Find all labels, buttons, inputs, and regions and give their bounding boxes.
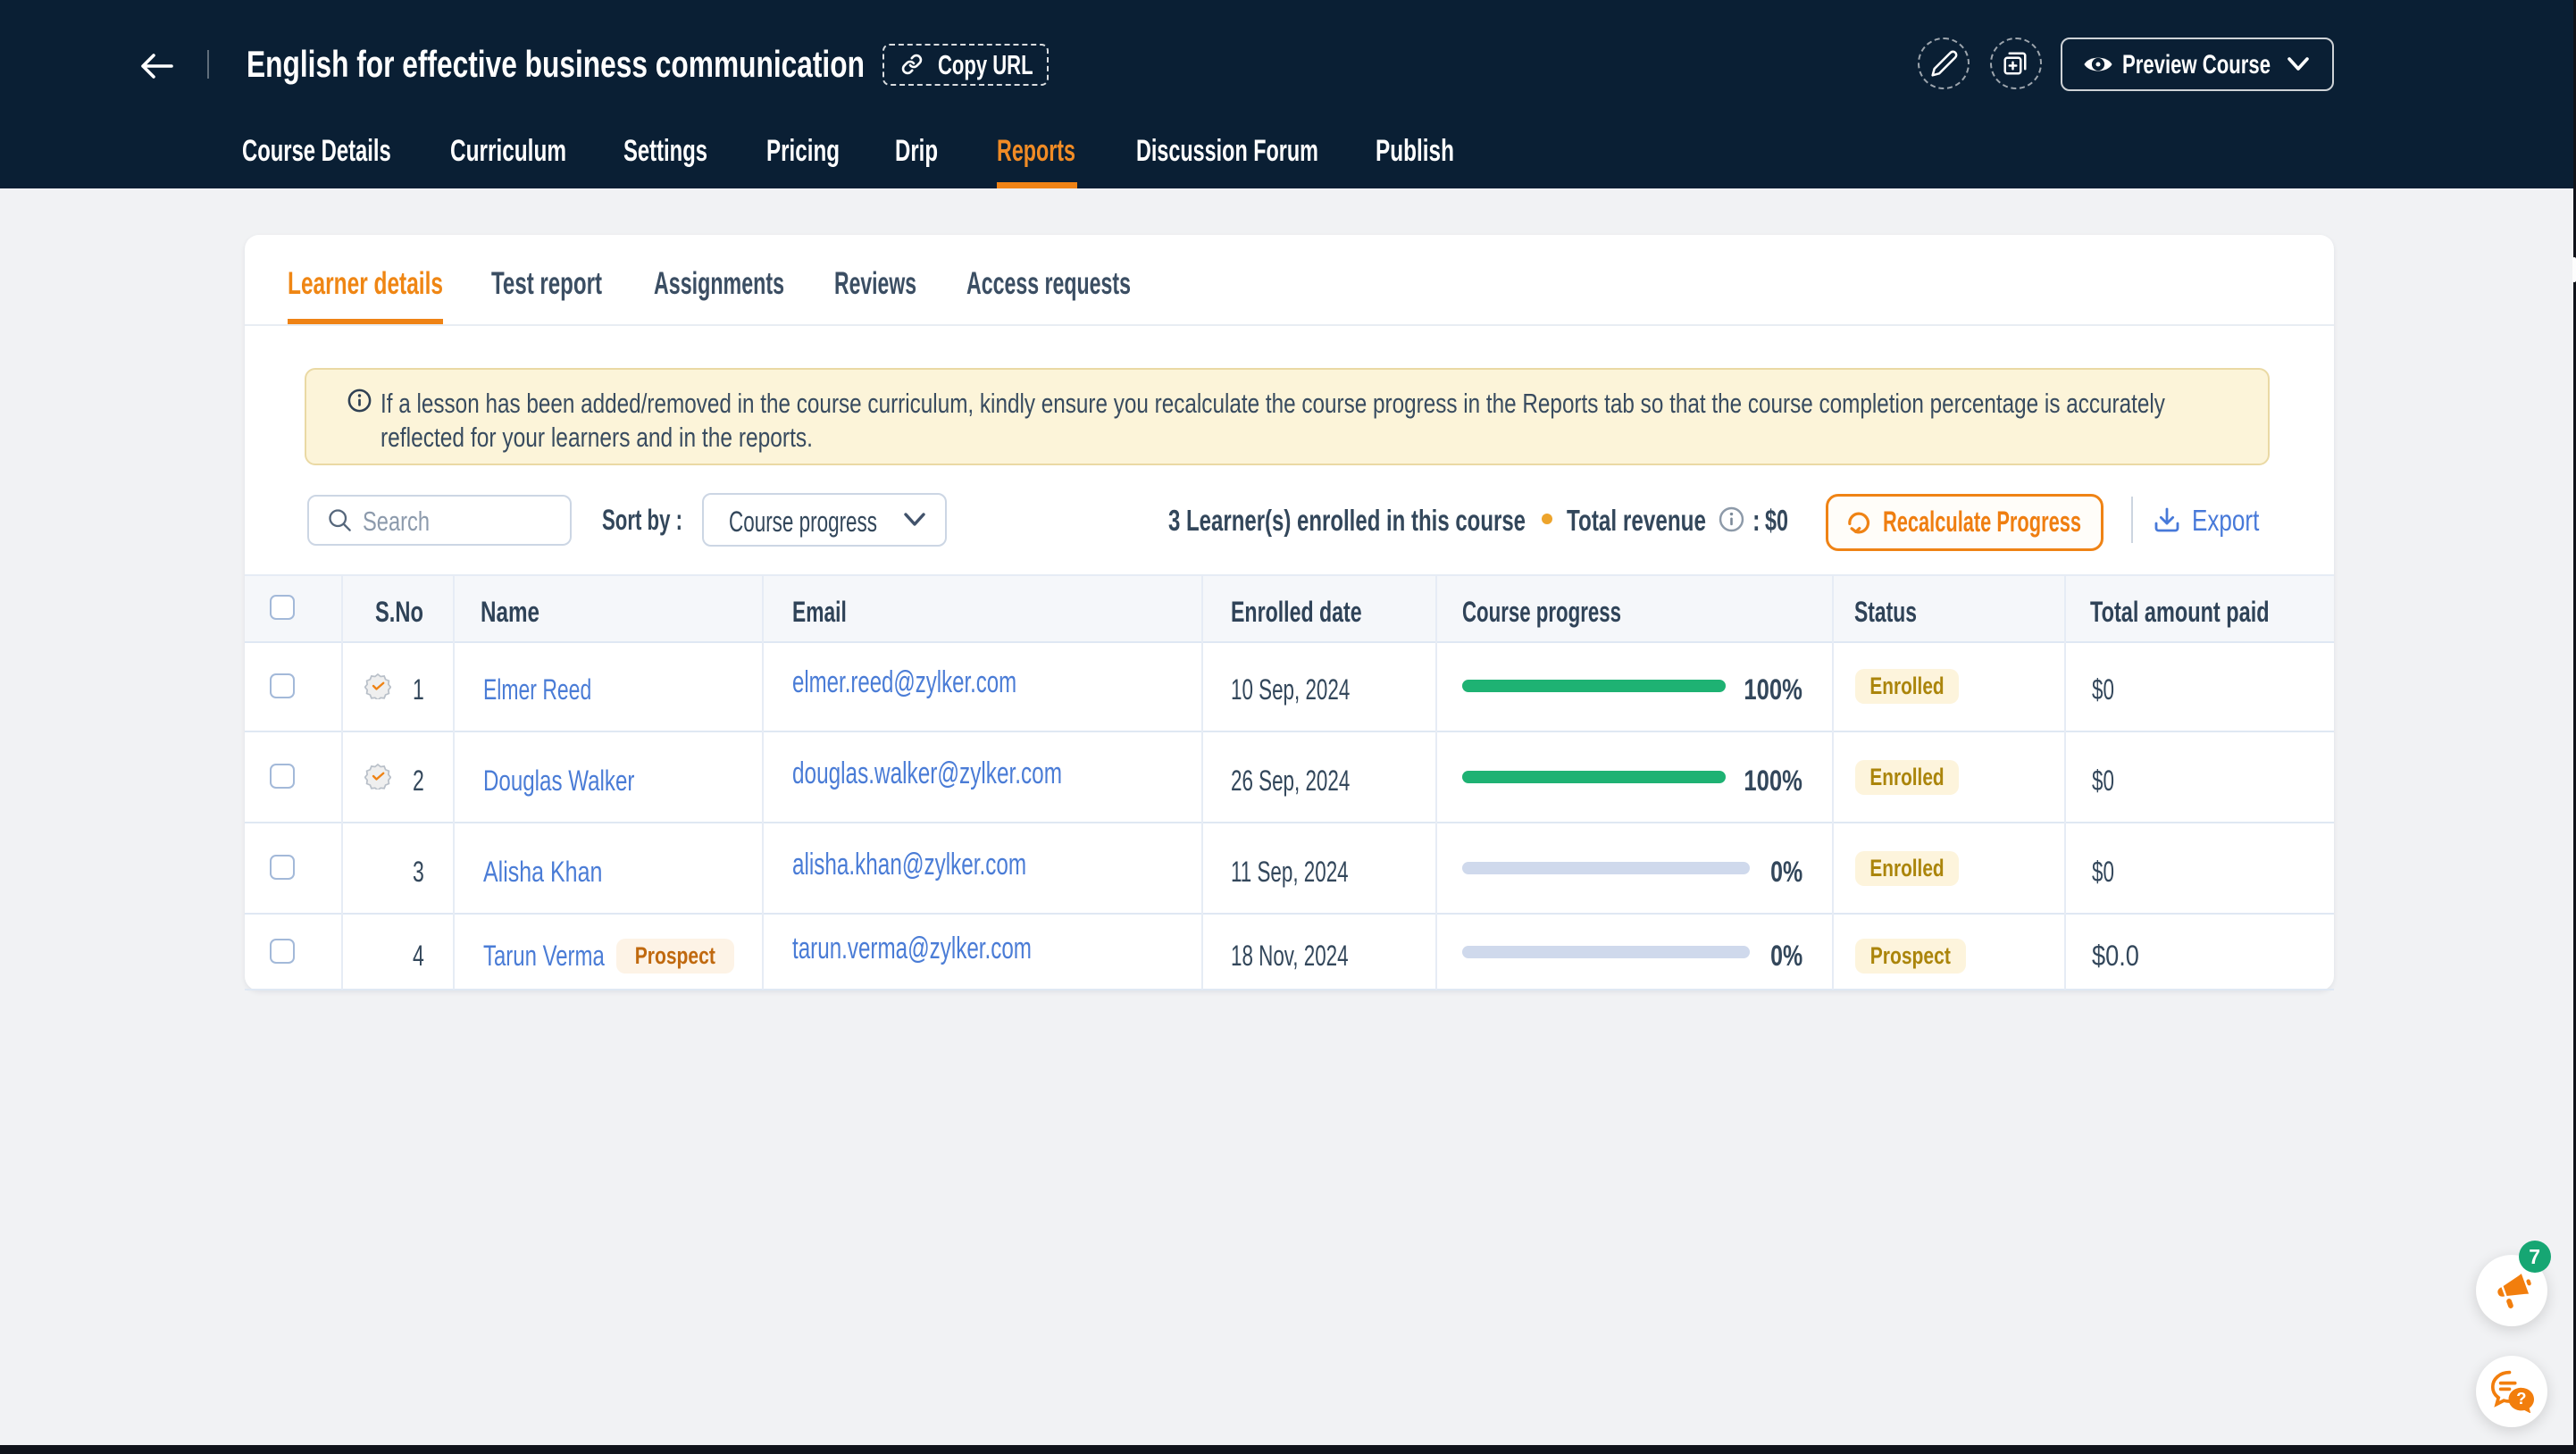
svg-text:?: ?	[2516, 1389, 2526, 1408]
